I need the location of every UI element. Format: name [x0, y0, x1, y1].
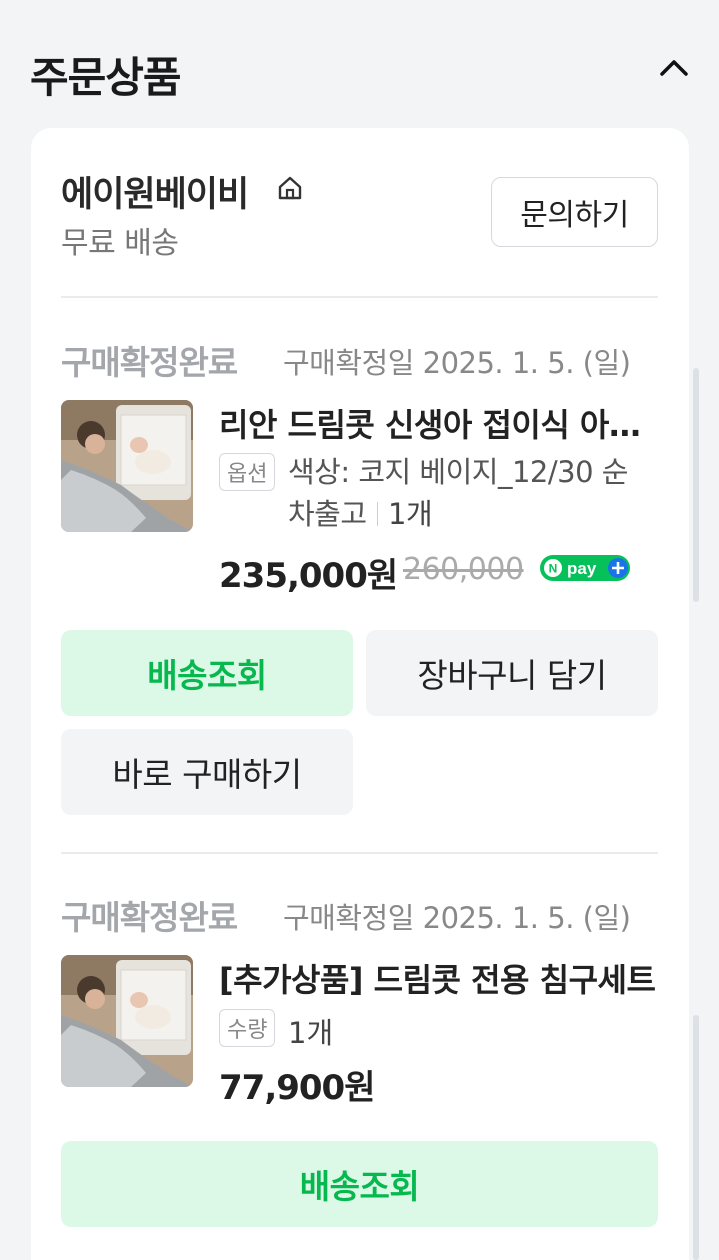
svg-text:N: N: [549, 562, 558, 576]
npay-label: pay: [567, 559, 597, 578]
divider: [61, 852, 658, 854]
shipping-info: 무료 배송: [61, 226, 179, 261]
scrollbar[interactable]: [693, 368, 699, 602]
option-line1: 색상: 코지 베이지_12/30 순: [288, 455, 628, 489]
quantity: 1개: [388, 497, 433, 531]
inquiry-button[interactable]: 문의하기: [491, 177, 658, 247]
buy-now-button[interactable]: 바로 구매하기: [61, 729, 353, 815]
chevron-up-icon[interactable]: [654, 48, 694, 88]
original-price: 260,000: [403, 552, 524, 587]
order-date: 구매확정일 2025. 1. 5. (일): [283, 901, 631, 935]
price: 235,000원: [219, 556, 398, 596]
order-status: 구매확정완료: [61, 343, 238, 382]
separator: [376, 502, 379, 526]
option-tag: 옵션: [219, 453, 276, 491]
product-thumbnail[interactable]: [61, 400, 193, 532]
product-name[interactable]: [추가상품] 드림콧 전용 침구세트: [219, 955, 659, 1001]
quantity: 1개: [288, 1016, 334, 1050]
option-line2: 차출고: [288, 497, 367, 531]
npay-plus-icon: N pay: [540, 555, 630, 581]
section-header: 주문상품: [30, 44, 694, 102]
seller-name[interactable]: 에이원베이비: [61, 166, 249, 217]
home-icon[interactable]: [277, 175, 303, 201]
order-date: 구매확정일 2025. 1. 5. (일): [283, 346, 631, 380]
scrollbar[interactable]: [693, 1015, 699, 1260]
track-delivery-button[interactable]: 배송조회: [61, 630, 353, 716]
price: 77,900원: [219, 1068, 375, 1108]
track-delivery-button[interactable]: 배송조회: [61, 1141, 658, 1227]
divider: [61, 296, 658, 298]
quantity-tag: 수량: [219, 1009, 276, 1047]
add-to-cart-button[interactable]: 장바구니 담기: [366, 630, 658, 716]
product-thumbnail[interactable]: [61, 955, 193, 1087]
section-title: 주문상품: [30, 53, 182, 102]
order-card: 에이원베이비 무료 배송 문의하기 구매확정완료 구매확정일 2025. 1. …: [31, 128, 689, 1260]
order-status: 구매확정완료: [61, 898, 238, 937]
option-text: 색상: 코지 베이지_12/30 순 차출고 1개: [288, 451, 660, 535]
product-name[interactable]: 리안 드림콧 신생아 접이식 아기침대: [219, 400, 659, 446]
